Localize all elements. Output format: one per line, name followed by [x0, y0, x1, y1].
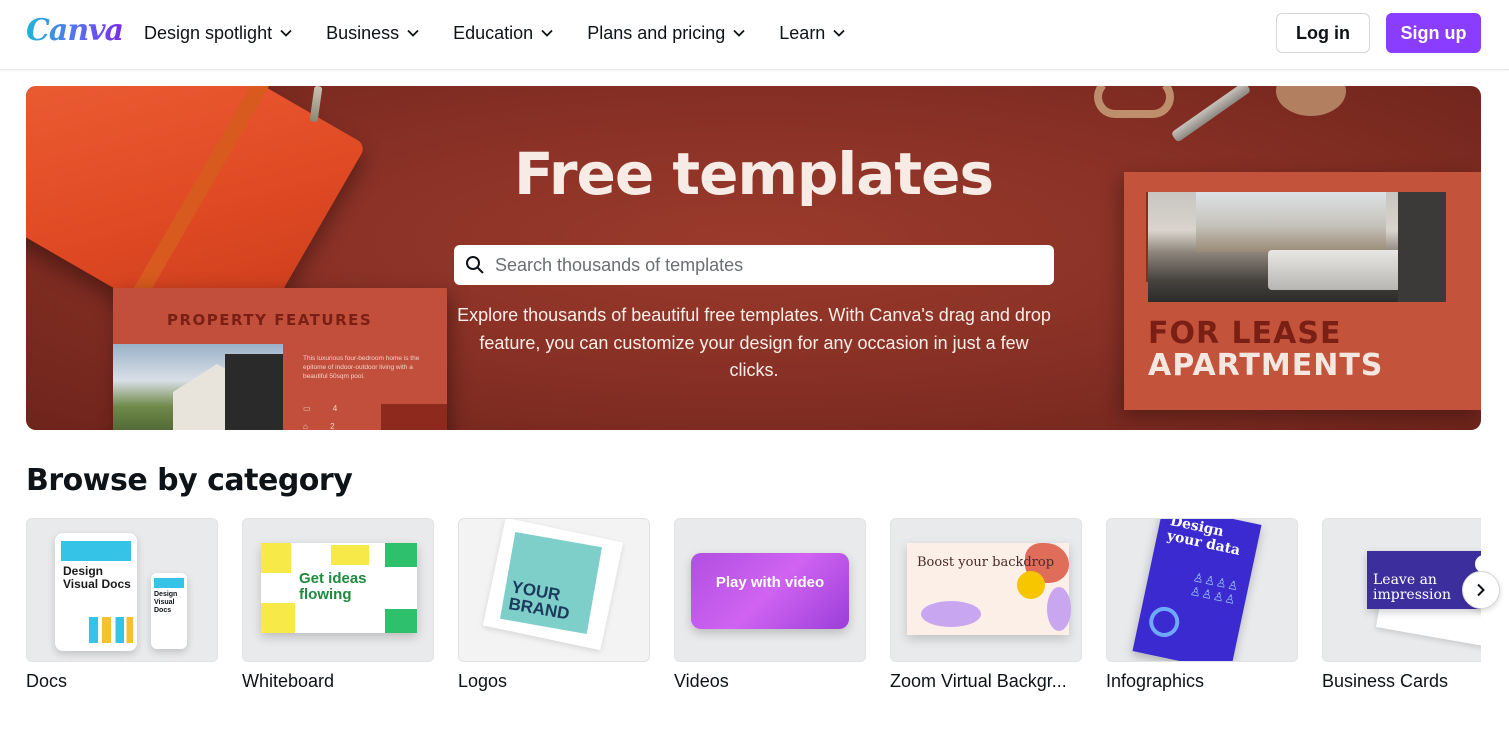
hero-title: Free templates [514, 140, 994, 208]
category-thumbnail[interactable]: YOUR BRAND [458, 518, 650, 662]
chevron-down-icon [280, 29, 292, 37]
nav-label: Business [326, 22, 400, 43]
card-accent-block [381, 404, 447, 430]
video-preview: Play with video [691, 553, 849, 629]
pen-decoration [309, 86, 323, 123]
docs-bar-graphic [89, 617, 133, 643]
nav-label: Education [453, 22, 534, 43]
category-label[interactable]: Docs [26, 671, 218, 692]
category-label[interactable]: Zoom Virtual Backgr... [890, 671, 1082, 692]
sticky-note [385, 543, 417, 567]
nav-plans-and-pricing[interactable]: Plans and pricing [587, 23, 745, 44]
property-features-card: PROPERTY FEATURES This luxurious four-be… [113, 288, 447, 430]
category-business-cards[interactable]: Leave an impression Business Cards [1322, 518, 1481, 692]
bed-icon: ▭ [303, 404, 311, 413]
category-whiteboard[interactable]: Get ideas flowing Whiteboard [242, 518, 434, 692]
apartment-photo [1148, 192, 1446, 302]
nav-education[interactable]: Education [453, 23, 553, 44]
docs-preview-large: Design Visual Docs [55, 533, 137, 651]
bed-count: 4 [332, 404, 338, 413]
nav-label: Design spotlight [144, 22, 273, 43]
nav-business[interactable]: Business [326, 23, 419, 44]
bath-count: 2 [330, 422, 335, 430]
category-label[interactable]: Business Cards [1322, 671, 1481, 692]
decor-blob [921, 601, 981, 627]
bath-stat: ⌂ 2 [303, 418, 337, 430]
bath-icon: ⌂ [303, 422, 308, 430]
chevron-down-icon [833, 29, 845, 37]
main-nav: Design spotlight Business Education Plan… [144, 0, 879, 66]
chevron-down-icon [407, 29, 419, 37]
hero-subtitle: Explore thousands of beautiful free temp… [457, 305, 1051, 380]
nav-label: Learn [779, 22, 826, 43]
category-label[interactable]: Logos [458, 671, 650, 692]
nav-design-spotlight[interactable]: Design spotlight [144, 23, 292, 44]
lease-title-line2: APARTMENTS [1148, 348, 1384, 383]
category-thumbnail[interactable]: Boost your backdrop [890, 518, 1082, 662]
signup-button[interactable]: Sign up [1386, 13, 1481, 53]
nav-learn[interactable]: Learn [779, 23, 845, 44]
category-infographics[interactable]: Design your data ♙♙♙♙ ♙♙♙♙ Infographics [1106, 518, 1298, 692]
whiteboard-thumb-text: Get ideas flowing [299, 570, 367, 603]
whiteboard-preview: Get ideas flowing [261, 543, 417, 633]
search-input[interactable] [495, 254, 1035, 276]
category-thumbnail[interactable]: Play with video [674, 518, 866, 662]
decor-dot [1017, 571, 1045, 599]
category-label[interactable]: Whiteboard [242, 671, 434, 692]
category-zoom-virtual-backgrounds[interactable]: Boost your backdrop Zoom Virtual Backgr.… [890, 518, 1082, 692]
apartment-wall [1398, 192, 1446, 302]
category-thumbnail[interactable]: Get ideas flowing [242, 518, 434, 662]
browse-section-title: Browse by category [26, 463, 353, 498]
search-icon [466, 256, 484, 274]
ring-chart-icon [1146, 604, 1183, 640]
chevron-down-icon [733, 29, 745, 37]
video-thumb-text: Play with video [715, 574, 825, 591]
logo-thumb-text: YOUR BRAND [507, 577, 571, 624]
bed-stat: ▭ 4 [303, 400, 337, 418]
property-card-title: PROPERTY FEATURES [167, 311, 373, 329]
infographic-preview: Design your data ♙♙♙♙ ♙♙♙♙ [1132, 518, 1262, 661]
docs-preview-small: Design Visual Docs [151, 573, 187, 649]
category-thumbnail[interactable]: Design your data ♙♙♙♙ ♙♙♙♙ [1106, 518, 1298, 662]
coin-decoration [1276, 86, 1346, 116]
sticky-note [261, 543, 291, 573]
docs-header-band [61, 541, 131, 561]
hero-banner: PROPERTY FEATURES This luxurious four-be… [26, 86, 1481, 430]
rope-keychain-decoration [1094, 86, 1174, 118]
docs-header-band [154, 578, 184, 588]
house-wing [225, 354, 283, 430]
category-label[interactable]: Infographics [1106, 671, 1298, 692]
logo-preview: YOUR BRAND [500, 532, 602, 634]
category-logos[interactable]: YOUR BRAND Logos [458, 518, 650, 692]
sticky-note [261, 603, 295, 633]
chevron-right-icon [1477, 583, 1485, 597]
category-thumbnail[interactable]: Leave an impression [1322, 518, 1481, 662]
zoom-background-preview: Boost your backdrop [907, 543, 1071, 635]
zoom-thumb-text: Boost your backdrop [917, 555, 1055, 570]
chevron-down-icon [541, 29, 553, 37]
key-decoration [1170, 86, 1252, 143]
docs-thumb-text: Design Visual Docs [63, 564, 131, 591]
docs-thumb-text-small: Design Visual Docs [154, 591, 178, 614]
carousel-next-button[interactable] [1462, 571, 1500, 609]
category-docs[interactable]: Design Visual Docs Design Visual Docs Do… [26, 518, 218, 692]
nav-label: Plans and pricing [587, 22, 726, 43]
category-videos[interactable]: Play with video Videos [674, 518, 866, 692]
people-icons: ♙♙♙♙ ♙♙♙♙ [1188, 570, 1241, 608]
canva-logo[interactable]: Canva [26, 13, 124, 48]
category-thumbnail[interactable]: Design Visual Docs Design Visual Docs [26, 518, 218, 662]
template-search-bar[interactable] [454, 245, 1054, 285]
decor-blob [1047, 587, 1071, 631]
sticky-note [385, 609, 417, 633]
infographic-thumb-text: Design your data [1165, 518, 1242, 559]
property-stats: ▭ 4 ⌂ 2 [303, 400, 337, 430]
category-label[interactable]: Videos [674, 671, 866, 692]
property-card-body: This luxurious four-bedroom home is the … [303, 355, 420, 380]
login-button[interactable]: Log in [1276, 13, 1370, 53]
top-navigation-bar: Canva Design spotlight Business Educatio… [0, 0, 1509, 70]
house-photo [113, 344, 283, 430]
sticky-note [331, 545, 369, 565]
lease-title-line1: FOR LEASE [1148, 316, 1342, 351]
